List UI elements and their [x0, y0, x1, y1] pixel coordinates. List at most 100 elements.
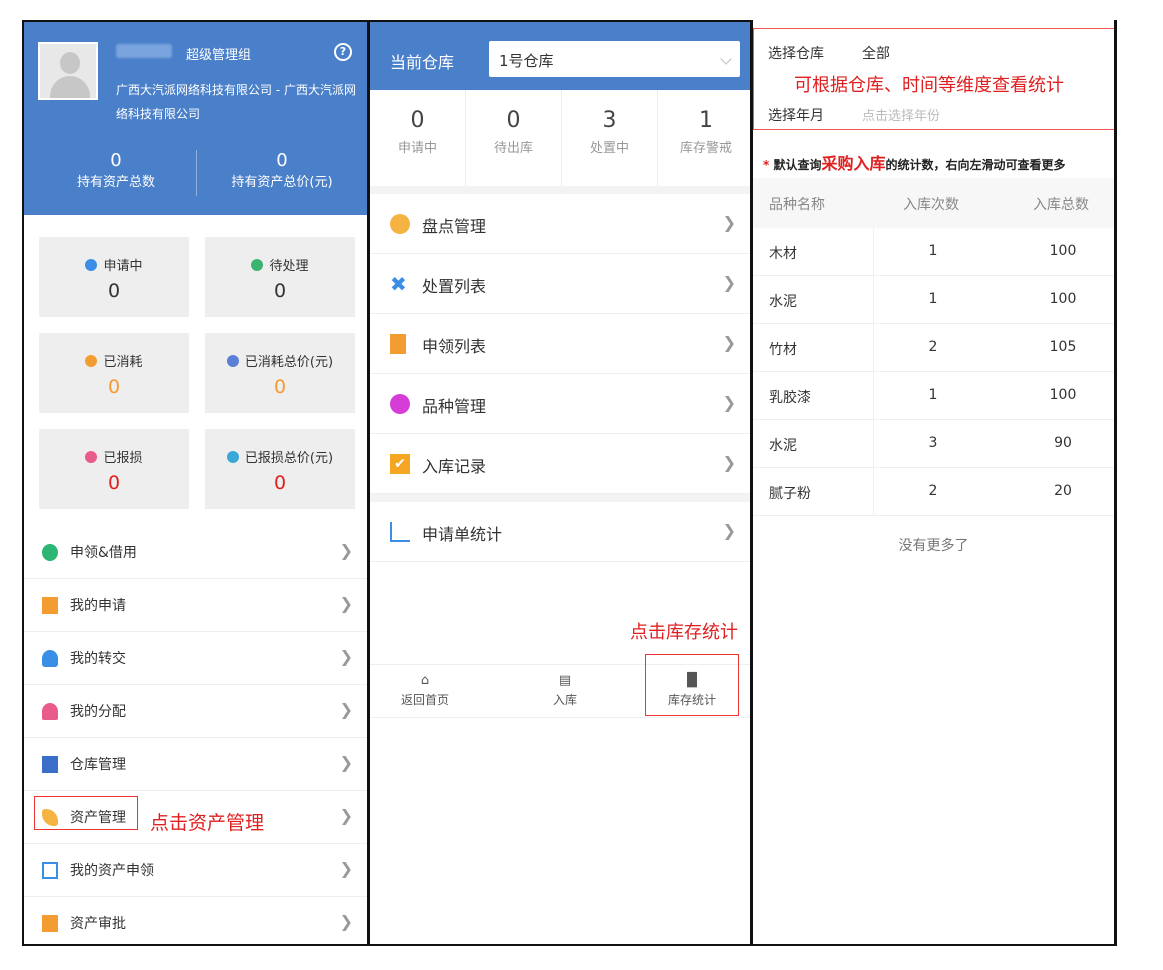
menu-asset-approval[interactable]: 资产审批 ❯ — [24, 897, 367, 944]
total-assets-price-value: 0 — [276, 150, 288, 171]
warehouse-select[interactable]: 1号仓库 — [489, 41, 740, 77]
month-filter-label: 选择年月 — [768, 108, 824, 124]
card-value: 0 — [107, 472, 121, 494]
company-name: 广西大汽派网络科技有限公司 - 广西大汽派网络科技有限公司 — [116, 83, 356, 121]
count-label: 待出库 — [493, 141, 533, 156]
annotation-filter: 可根据仓库、时间等维度查看统计 — [794, 75, 1064, 96]
menu-label: 资产审批 — [70, 916, 126, 932]
total-assets-price-stat: 0 持有资产总价(元) — [202, 150, 362, 194]
warehouse-icon — [42, 756, 58, 773]
month-filter-placeholder[interactable]: 点击选择年份 — [862, 105, 940, 124]
table-header: 品种名称 入库次数 入库总数 — [753, 178, 1114, 228]
filter-box: 选择仓库 全部 可根据仓库、时间等维度查看统计 选择年月 点击选择年份 — [753, 28, 1114, 130]
count-applying[interactable]: 0 申请中 — [370, 90, 466, 186]
warehouse-filter[interactable]: 选择仓库 全部 — [754, 29, 1114, 77]
damaged-icon — [85, 451, 98, 463]
current-warehouse-label: 当前仓库 — [390, 53, 455, 72]
menu-disposal-list[interactable]: ✖ 处置列表 ❯ — [370, 254, 750, 314]
highlight-box — [34, 796, 138, 830]
annotation-stock-stats: 点击库存统计 — [630, 622, 738, 643]
applying-icon — [85, 259, 98, 271]
card-pending[interactable]: 待处理 0 — [205, 237, 355, 317]
menu-label: 处置列表 — [422, 277, 487, 296]
menu-label: 申领列表 — [422, 337, 487, 356]
tab-home[interactable]: ⌂ 返回首页 — [375, 673, 475, 708]
chevron-right-icon: ❯ — [339, 647, 353, 666]
user-role: 超级管理组 — [186, 48, 252, 63]
card-consumed[interactable]: 已消耗 0 — [39, 333, 189, 413]
status-counts: 0 申请中 0 待出库 3 处置中 1 库存警戒 — [370, 90, 750, 186]
chevron-right-icon: ❯ — [722, 453, 736, 472]
total-assets-label: 持有资产总数 — [76, 175, 155, 190]
card-label: 已消耗 — [103, 355, 143, 370]
column-header: 入库总数 — [1033, 197, 1089, 213]
chevron-right-icon: ❯ — [339, 753, 353, 772]
card-value: 0 — [107, 376, 121, 398]
warehouse-select-value: 1号仓库 — [499, 52, 554, 70]
avatar[interactable] — [38, 42, 98, 100]
menu-label: 我的资产申领 — [70, 863, 154, 879]
chevron-right-icon: ❯ — [339, 912, 353, 931]
count-value: 3 — [602, 108, 617, 133]
card-consumed-total[interactable]: 已消耗总价(元) 0 — [205, 333, 355, 413]
menu-label: 我的分配 — [70, 704, 126, 720]
help-icon[interactable]: ? — [334, 43, 352, 61]
count-stock-alert[interactable]: 1 库存警戒 — [658, 90, 750, 186]
card-damaged[interactable]: 已报损 0 — [39, 429, 189, 509]
count-value: 0 — [410, 108, 425, 133]
menu-application-stats[interactable]: 申请单统计 ❯ — [370, 502, 750, 562]
table-row: 水泥 1 100 — [753, 276, 1114, 324]
warehouse-filter-value[interactable]: 全部 — [862, 43, 890, 63]
menu-label: 仓库管理 — [70, 757, 126, 773]
table-row: 腻子粉 2 20 — [753, 468, 1114, 516]
warehouse-filter-label: 选择仓库 — [768, 46, 824, 62]
table-row: 乳胶漆 1 100 — [753, 372, 1114, 420]
chevron-down-icon — [720, 53, 732, 65]
menu-warehouse[interactable]: 仓库管理 ❯ — [24, 738, 367, 791]
menu-label: 申请单统计 — [422, 525, 503, 544]
chevron-right-icon: ❯ — [722, 333, 736, 352]
consumed-icon — [85, 355, 98, 367]
allocation-icon — [42, 703, 58, 720]
tab-label: 返回首页 — [400, 693, 449, 707]
menu-category[interactable]: 品种管理 ❯ — [370, 374, 750, 434]
menu-my-application[interactable]: 我的申请 ❯ — [24, 579, 367, 632]
chevron-right-icon: ❯ — [339, 594, 353, 613]
menu-allocation[interactable]: 我的分配 ❯ — [24, 685, 367, 738]
pending-icon — [251, 259, 264, 271]
transfer-icon — [42, 650, 58, 667]
count-value: 0 — [506, 108, 521, 133]
card-label: 已消耗总价(元) — [244, 355, 334, 370]
stock-stats-panel: 选择仓库 全部 可根据仓库、时间等维度查看统计 选择年月 点击选择年份 * 默认… — [750, 20, 1117, 946]
menu-label: 我的申请 — [70, 598, 126, 614]
total-assets-price-label: 持有资产总价(元) — [231, 175, 333, 190]
menu-transfer[interactable]: 我的转交 ❯ — [24, 632, 367, 685]
inventory-check-icon — [390, 214, 410, 234]
tab-stock-in[interactable]: ▤ 入库 — [515, 673, 615, 708]
category-icon — [390, 394, 410, 414]
menu-label: 申领&借用 — [70, 545, 137, 561]
chevron-right-icon: ❯ — [339, 700, 353, 719]
consumed-total-icon — [226, 355, 239, 367]
column-header: 入库次数 — [903, 197, 959, 213]
annotation-asset-management: 点击资产管理 — [150, 812, 265, 834]
menu-claim-list[interactable]: 申领列表 ❯ — [370, 314, 750, 374]
count-disposing[interactable]: 3 处置中 — [562, 90, 658, 186]
menu-inventory-check[interactable]: 盘点管理 ❯ — [370, 194, 750, 254]
chevron-right-icon: ❯ — [339, 806, 353, 825]
count-pending-out[interactable]: 0 待出库 — [466, 90, 562, 186]
chevron-right-icon: ❯ — [722, 273, 736, 292]
my-application-icon — [42, 597, 58, 614]
no-more-text: 没有更多了 — [898, 538, 969, 554]
card-applying[interactable]: 申请中 0 — [39, 237, 189, 317]
menu-borrow[interactable]: 申领&借用 ❯ — [24, 526, 367, 579]
menu-stock-in-record[interactable]: ✔ 入库记录 ❯ — [370, 434, 750, 494]
menu-asset-claim[interactable]: 我的资产申领 ❯ — [24, 844, 367, 897]
month-filter[interactable]: 选择年月 点击选择年份 — [754, 95, 1114, 129]
card-damaged-total[interactable]: 已报损总价(元) 0 — [205, 429, 355, 509]
warehouse-panel: 当前仓库 1号仓库 0 申请中 0 待出库 3 处置中 1 库存警戒 盘点管理 … — [367, 20, 750, 946]
warehouse-header: 当前仓库 1号仓库 — [370, 22, 750, 90]
chevron-right-icon: ❯ — [339, 859, 353, 878]
stock-in-record-icon: ✔ — [390, 454, 410, 474]
table-row: 竹材 2 105 — [753, 324, 1114, 372]
